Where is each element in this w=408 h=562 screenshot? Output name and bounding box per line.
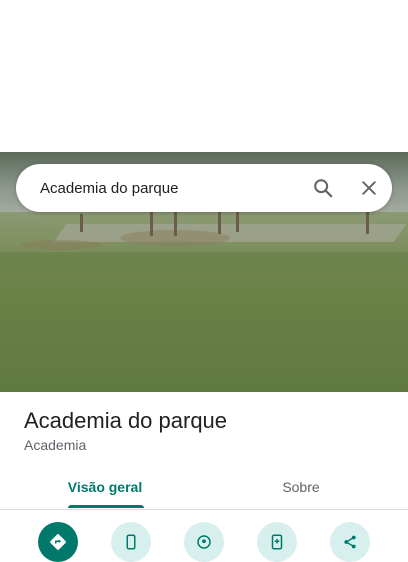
location-icon [197,535,211,549]
phone-icon [126,534,136,550]
photo-post [218,212,221,234]
photo-post [150,210,153,236]
map-blank-area [0,0,408,152]
send-to-phone-button[interactable] [257,522,297,562]
photo-post [366,212,369,234]
tab-about[interactable]: Sobre [196,466,406,508]
directions-button[interactable] [38,522,78,562]
search-input[interactable]: Academia do parque [40,180,300,197]
search-bar[interactable]: Academia do parque [16,164,392,212]
search-icon[interactable] [300,164,346,212]
tab-selected-indicator [68,505,144,508]
call-button[interactable] [111,522,151,562]
tab-bar: Visão geral Sobre [0,466,408,510]
photo-post [174,212,177,236]
photo-post [236,212,239,232]
directions-icon [50,534,66,550]
tab-overview[interactable]: Visão geral [0,466,210,508]
photo-path [53,224,407,242]
photo-post [80,214,83,232]
nearby-button[interactable] [184,522,224,562]
save-to-phone-icon [271,534,283,550]
share-button[interactable] [330,522,370,562]
place-category: Academia [24,437,87,453]
close-icon[interactable] [346,164,392,212]
place-title: Academia do parque [24,408,228,433]
share-icon [344,535,356,549]
photo-dirt-patch [20,240,100,250]
